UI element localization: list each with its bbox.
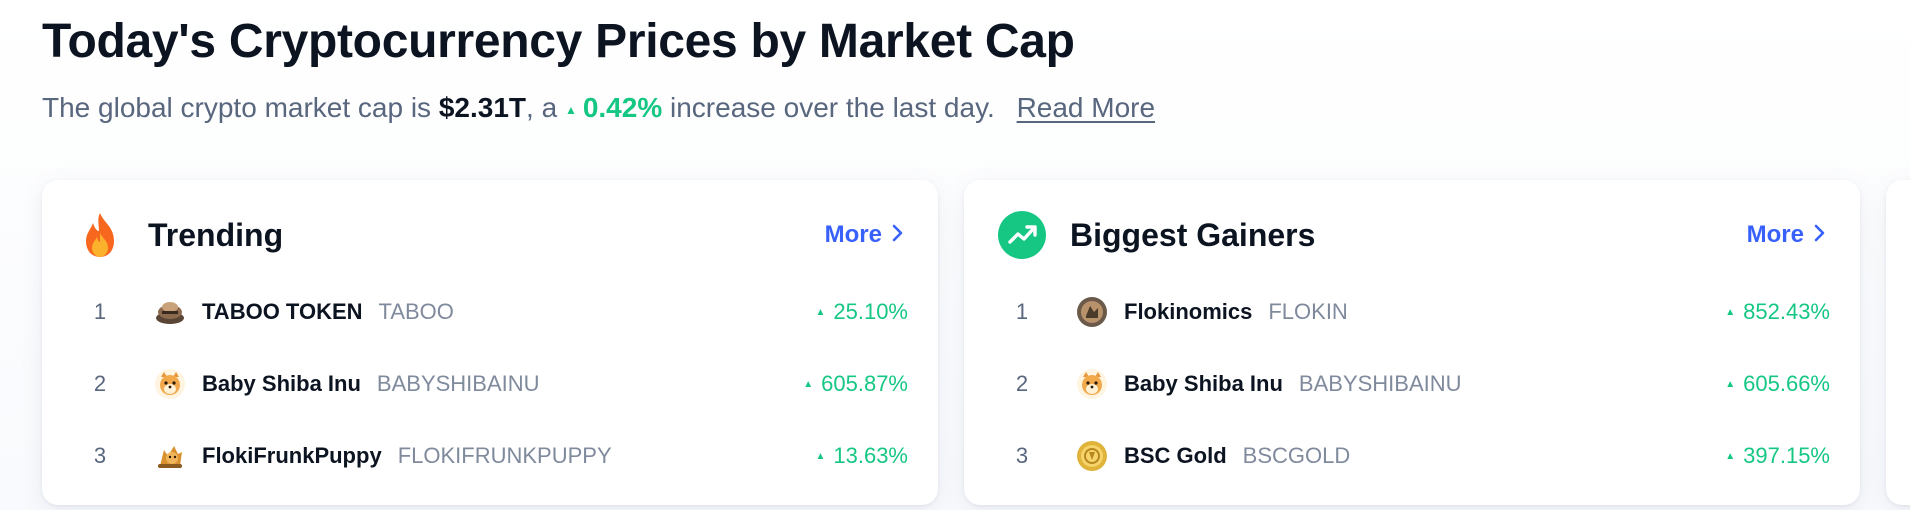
- gainers-title: Biggest Gainers: [1070, 216, 1316, 253]
- coin-symbol: BABYSHIBAINU: [1298, 371, 1462, 396]
- fire-icon: [76, 211, 124, 259]
- price-change-value: 25.10%: [833, 299, 908, 324]
- coin-symbol: BABYSHIBAINU: [376, 371, 540, 396]
- rank: 1: [93, 299, 107, 324]
- rank: 2: [93, 371, 107, 396]
- page-title: Today's Cryptocurrency Prices by Market …: [42, 15, 1075, 68]
- rank: 3: [93, 443, 107, 468]
- gainers-more-link[interactable]: More: [1747, 221, 1826, 249]
- trending-row[interactable]: 1 TABOO TOKEN TABOO ▲ 25.10%: [76, 276, 908, 348]
- baby-shiba-logo-icon: [154, 368, 186, 400]
- rank: 3: [1015, 443, 1029, 468]
- gainers-row[interactable]: 1 Flokinomics FLOKIN ▲ 852.43%: [998, 276, 1830, 348]
- chevron-right-icon: [892, 221, 904, 249]
- caret-up-icon: ▲: [1725, 378, 1736, 390]
- price-change: ▲ 605.66%: [1725, 371, 1830, 397]
- price-change-value: 605.66%: [1743, 371, 1830, 396]
- price-change-value: 852.43%: [1743, 299, 1830, 324]
- rank: 1: [1015, 299, 1029, 324]
- price-change: ▲ 25.10%: [815, 299, 908, 325]
- page: Today's Cryptocurrency Prices by Market …: [0, 0, 1910, 510]
- market-summary: The global crypto market cap is $2.31T, …: [42, 92, 1155, 124]
- market-cap-value: $2.31T: [438, 92, 527, 123]
- caret-up-icon: ▲: [1725, 306, 1736, 318]
- bsc-gold-logo-icon: [1076, 440, 1108, 472]
- coin-name: Flokinomics: [1124, 299, 1253, 324]
- price-change: ▲ 852.43%: [1725, 299, 1830, 325]
- trending-more-link[interactable]: More: [825, 221, 904, 249]
- trending-row[interactable]: 3 FlokiFrunkPuppy FLOKIFRUNKPUPPY ▲ 13.63…: [76, 420, 908, 492]
- trending-title: Trending: [148, 216, 284, 253]
- price-change: ▲ 605.87%: [803, 371, 908, 397]
- biggest-gainers-card: Biggest Gainers More 1 Flokinomics FLOKI…: [964, 180, 1860, 505]
- price-change-value: 397.15%: [1743, 443, 1830, 468]
- more-label: More: [1746, 221, 1804, 248]
- coin-name: FlokiFrunkPuppy: [202, 443, 382, 468]
- taboo-logo-icon: [154, 296, 186, 328]
- gainers-card-header: Biggest Gainers More: [998, 210, 1826, 260]
- caret-up-icon: ▲: [564, 102, 577, 117]
- summary-mid: , a: [526, 92, 558, 123]
- coin-symbol: FLOKIN: [1268, 299, 1348, 324]
- caret-up-icon: ▲: [1725, 450, 1736, 462]
- price-change-value: 13.63%: [833, 443, 908, 468]
- next-card-partial: [1886, 180, 1910, 505]
- gainers-list: 1 Flokinomics FLOKIN ▲ 852.43% 2 Baby Shi…: [998, 276, 1830, 492]
- coin-name: Baby Shiba Inu: [202, 371, 361, 396]
- price-change: ▲ 397.15%: [1725, 443, 1830, 469]
- market-cap-change: ▲ 0.42%: [565, 92, 662, 123]
- summary-suffix: increase over the last day.: [670, 92, 995, 123]
- trending-up-icon: [998, 211, 1046, 259]
- summary-prefix: The global crypto market cap is: [42, 92, 432, 123]
- read-more-link[interactable]: Read More: [1017, 92, 1156, 123]
- gainers-row[interactable]: 2 Baby Shiba Inu BABYSHIBAINU ▲ 605.66%: [998, 348, 1830, 420]
- market-cap-change-value: 0.42%: [582, 92, 663, 123]
- gainers-row[interactable]: 3 BSC Gold BSCGOLD ▲ 397.15%: [998, 420, 1830, 492]
- coin-name: Baby Shiba Inu: [1124, 371, 1283, 396]
- trending-card-header: Trending More: [76, 210, 904, 260]
- caret-up-icon: ▲: [815, 306, 826, 318]
- trending-card: Trending More 1 TABOO TOKEN TABOO ▲ 25.10…: [42, 180, 938, 505]
- price-change-value: 605.87%: [821, 371, 908, 396]
- caret-up-icon: ▲: [803, 378, 814, 390]
- coin-symbol: BSCGOLD: [1242, 443, 1351, 468]
- price-change: ▲ 13.63%: [815, 443, 908, 469]
- floki-frunk-logo-icon: [154, 440, 186, 472]
- coin-name: BSC Gold: [1124, 443, 1227, 468]
- trending-list: 1 TABOO TOKEN TABOO ▲ 25.10% 2 Baby Shiba…: [76, 276, 908, 492]
- coin-symbol: FLOKIFRUNKPUPPY: [397, 443, 612, 468]
- more-label: More: [824, 221, 882, 248]
- chevron-right-icon: [1814, 221, 1826, 249]
- rank: 2: [1015, 371, 1029, 396]
- trending-row[interactable]: 2 Baby Shiba Inu BABYSHIBAINU ▲ 605.87%: [76, 348, 908, 420]
- flokinomics-logo-icon: [1076, 296, 1108, 328]
- caret-up-icon: ▲: [815, 450, 826, 462]
- baby-shiba-logo-icon: [1076, 368, 1108, 400]
- coin-name: TABOO TOKEN: [202, 299, 363, 324]
- coin-symbol: TABOO: [378, 299, 454, 324]
